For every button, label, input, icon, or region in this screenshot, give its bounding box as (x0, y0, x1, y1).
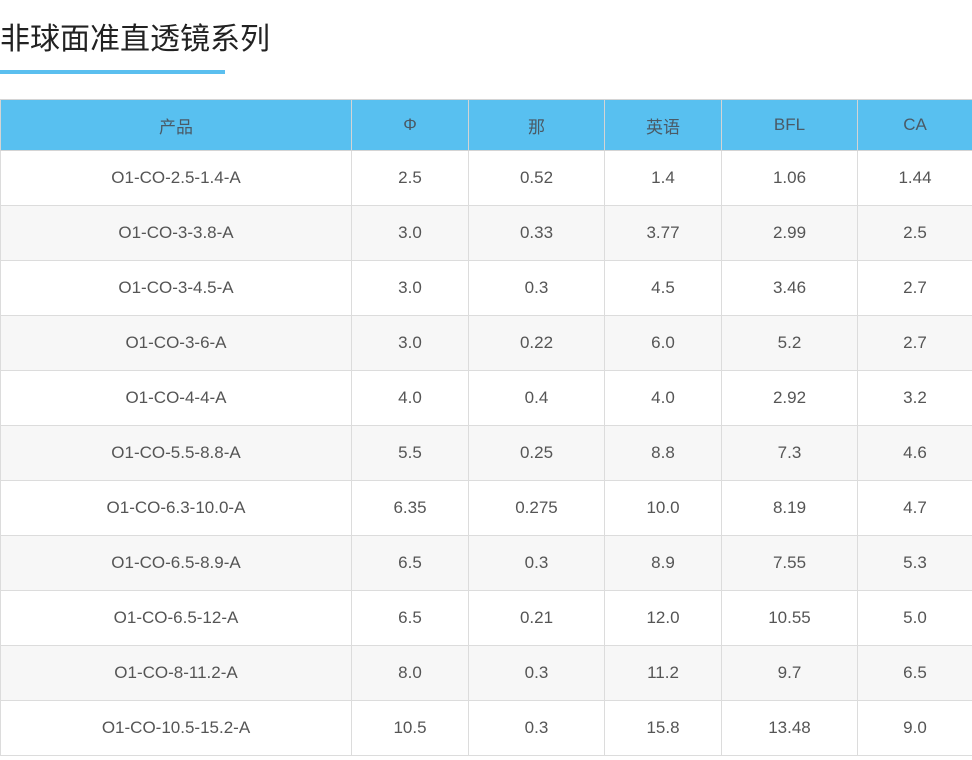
cell-efl: 10.0 (604, 480, 722, 536)
cell-bfl: 3.46 (721, 260, 858, 316)
cell-product: O1-CO-10.5-15.2-A (0, 700, 352, 756)
cell-efl: 8.8 (604, 425, 722, 481)
cell-na: 0.3 (468, 645, 605, 701)
table-row: O1-CO-6.5-8.9-A 6.5 0.3 8.9 7.55 5.3 (0, 535, 972, 591)
table-row: O1-CO-3-3.8-A 3.0 0.33 3.77 2.99 2.5 (0, 205, 972, 261)
cell-bfl: 8.19 (721, 480, 858, 536)
cell-bfl: 1.06 (721, 150, 858, 206)
cell-product: O1-CO-6.3-10.0-A (0, 480, 352, 536)
table-row: O1-CO-6.5-12-A 6.5 0.21 12.0 10.55 5.0 (0, 590, 972, 646)
cell-diameter: 2.5 (351, 150, 469, 206)
cell-diameter: 8.0 (351, 645, 469, 701)
cell-efl: 6.0 (604, 315, 722, 371)
cell-efl: 11.2 (604, 645, 722, 701)
cell-efl: 4.5 (604, 260, 722, 316)
cell-diameter: 6.5 (351, 535, 469, 591)
cell-bfl: 7.3 (721, 425, 858, 481)
cell-efl: 1.4 (604, 150, 722, 206)
cell-efl: 12.0 (604, 590, 722, 646)
cell-na: 0.22 (468, 315, 605, 371)
cell-product: O1-CO-3-3.8-A (0, 205, 352, 261)
cell-na: 0.3 (468, 700, 605, 756)
column-header-efl: 英语 (604, 99, 722, 151)
cell-diameter: 6.5 (351, 590, 469, 646)
cell-efl: 4.0 (604, 370, 722, 426)
cell-product: O1-CO-6.5-12-A (0, 590, 352, 646)
table-row: O1-CO-6.3-10.0-A 6.35 0.275 10.0 8.19 4.7 (0, 480, 972, 536)
table-row: O1-CO-2.5-1.4-A 2.5 0.52 1.4 1.06 1.44 (0, 150, 972, 206)
cell-efl: 15.8 (604, 700, 722, 756)
cell-efl: 8.9 (604, 535, 722, 591)
table-row: O1-CO-3-6-A 3.0 0.22 6.0 5.2 2.7 (0, 315, 972, 371)
cell-product: O1-CO-3-6-A (0, 315, 352, 371)
cell-product: O1-CO-5.5-8.8-A (0, 425, 352, 481)
cell-ca: 2.7 (857, 315, 972, 371)
spec-table: 产品 Φ 那 英语 BFL CA O1-CO-2.5-1.4-A 2.5 0.52 1… (0, 99, 972, 756)
page-title: 非球面准直透镜系列 (0, 22, 270, 57)
column-header-product: 产品 (0, 99, 352, 151)
cell-na: 0.25 (468, 425, 605, 481)
cell-bfl: 5.2 (721, 315, 858, 371)
cell-product: O1-CO-6.5-8.9-A (0, 535, 352, 591)
cell-product: O1-CO-3-4.5-A (0, 260, 352, 316)
cell-diameter: 6.35 (351, 480, 469, 536)
cell-na: 0.3 (468, 535, 605, 591)
cell-na: 0.3 (468, 260, 605, 316)
cell-ca: 4.6 (857, 425, 972, 481)
cell-product: O1-CO-8-11.2-A (0, 645, 352, 701)
cell-bfl: 2.92 (721, 370, 858, 426)
cell-ca: 5.0 (857, 590, 972, 646)
table-row: O1-CO-10.5-15.2-A 10.5 0.3 15.8 13.48 9.0 (0, 700, 972, 756)
cell-product: O1-CO-4-4-A (0, 370, 352, 426)
cell-ca: 4.7 (857, 480, 972, 536)
column-header-diameter: Φ (351, 99, 469, 151)
column-header-ca: CA (857, 99, 972, 151)
table-row: O1-CO-5.5-8.8-A 5.5 0.25 8.8 7.3 4.6 (0, 425, 972, 481)
cell-ca: 9.0 (857, 700, 972, 756)
table-row: O1-CO-8-11.2-A 8.0 0.3 11.2 9.7 6.5 (0, 645, 972, 701)
cell-diameter: 3.0 (351, 205, 469, 261)
cell-bfl: 10.55 (721, 590, 858, 646)
table-header-row: 产品 Φ 那 英语 BFL CA (0, 99, 972, 151)
cell-ca: 1.44 (857, 150, 972, 206)
cell-efl: 3.77 (604, 205, 722, 261)
cell-diameter: 5.5 (351, 425, 469, 481)
cell-na: 0.21 (468, 590, 605, 646)
cell-bfl: 9.7 (721, 645, 858, 701)
cell-ca: 2.7 (857, 260, 972, 316)
column-header-bfl: BFL (721, 99, 858, 151)
cell-na: 0.4 (468, 370, 605, 426)
table-row: O1-CO-4-4-A 4.0 0.4 4.0 2.92 3.2 (0, 370, 972, 426)
cell-bfl: 7.55 (721, 535, 858, 591)
cell-diameter: 3.0 (351, 260, 469, 316)
cell-ca: 5.3 (857, 535, 972, 591)
cell-na: 0.52 (468, 150, 605, 206)
column-header-na: 那 (468, 99, 605, 151)
table-body: O1-CO-2.5-1.4-A 2.5 0.52 1.4 1.06 1.44 O1-CO-3… (0, 150, 972, 756)
cell-diameter: 3.0 (351, 315, 469, 371)
cell-na: 0.33 (468, 205, 605, 261)
cell-bfl: 2.99 (721, 205, 858, 261)
cell-ca: 3.2 (857, 370, 972, 426)
cell-ca: 2.5 (857, 205, 972, 261)
title-underline (0, 70, 225, 74)
table-row: O1-CO-3-4.5-A 3.0 0.3 4.5 3.46 2.7 (0, 260, 972, 316)
cell-ca: 6.5 (857, 645, 972, 701)
cell-diameter: 4.0 (351, 370, 469, 426)
table-header: 产品 Φ 那 英语 BFL CA (0, 99, 972, 151)
cell-product: O1-CO-2.5-1.4-A (0, 150, 352, 206)
cell-diameter: 10.5 (351, 700, 469, 756)
cell-bfl: 13.48 (721, 700, 858, 756)
cell-na: 0.275 (468, 480, 605, 536)
